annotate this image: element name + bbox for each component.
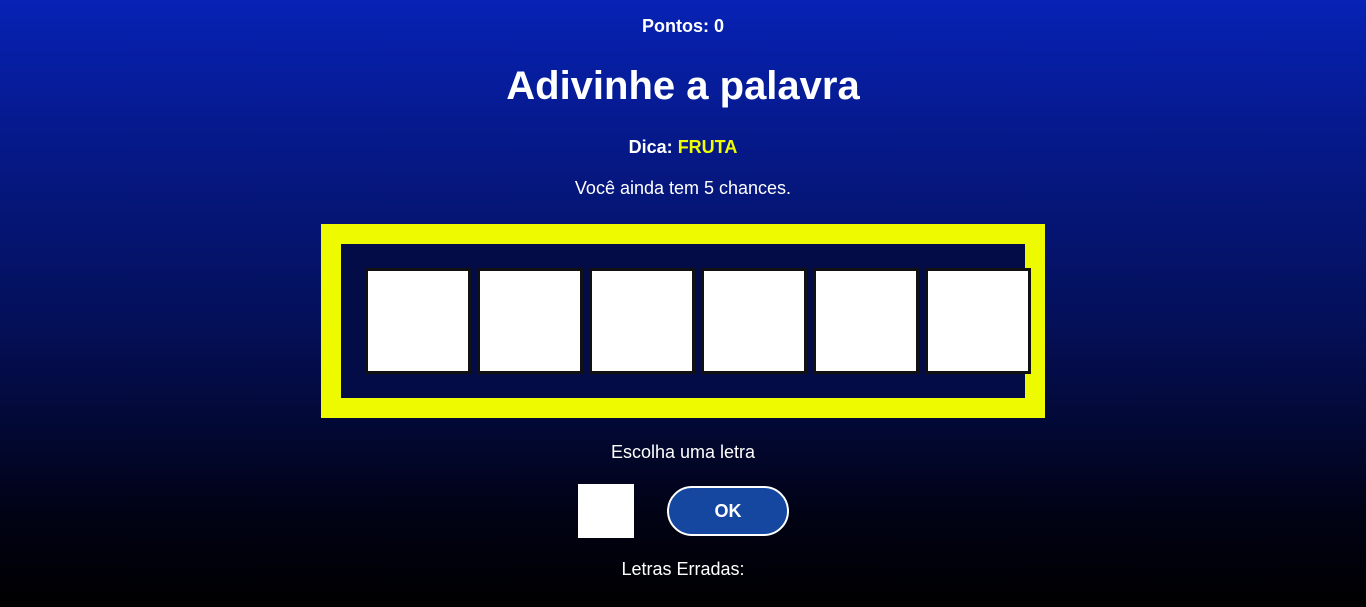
- score-value: 0: [714, 16, 725, 36]
- letter-slot-4: [701, 268, 807, 374]
- hint-label: Dica:: [628, 137, 673, 157]
- hint: Dica: FRUTA: [0, 137, 1366, 158]
- score-label: Pontos:: [641, 16, 709, 36]
- letter-slot-5: [813, 268, 919, 374]
- letter-slot-2: [477, 268, 583, 374]
- chances-remaining: Você ainda tem 5 chances.: [574, 178, 792, 198]
- wrong-letters-label: Letras Erradas:: [621, 559, 745, 579]
- letter-slots: [365, 268, 1031, 374]
- letter-input[interactable]: [578, 484, 634, 538]
- word-board: [321, 224, 1045, 418]
- letter-slot-6: [925, 268, 1031, 374]
- choose-letter-label: Escolha uma letra: [610, 442, 756, 462]
- letter-slot-1: [365, 268, 471, 374]
- ok-button[interactable]: OK: [667, 486, 789, 536]
- letter-slot-3: [589, 268, 695, 374]
- hint-value: FRUTA: [677, 137, 738, 157]
- wrong-letters: Letras Erradas:: [0, 559, 1366, 580]
- score-display: Pontos: 0: [0, 16, 1366, 37]
- page-title: Adivinhe a palavra: [506, 64, 860, 108]
